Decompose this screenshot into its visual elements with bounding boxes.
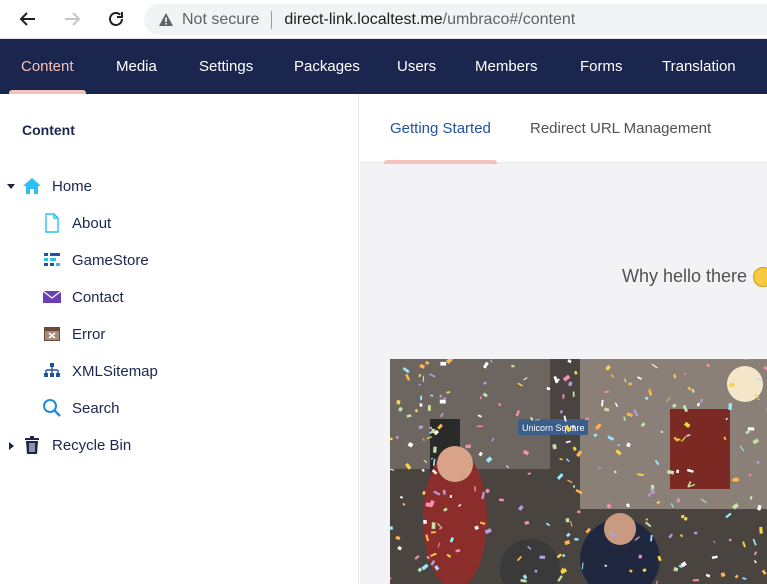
caret-down-icon[interactable]: [6, 181, 16, 191]
section-translation[interactable]: Translation: [662, 39, 736, 94]
confetti-piece: [430, 531, 436, 534]
grinning-emoji-icon: [753, 266, 767, 287]
confetti-crowd-image: Unicorn Square: [390, 359, 767, 584]
tree-item-label: Contact: [72, 288, 124, 306]
confetti-piece: [390, 437, 393, 441]
confetti-piece: [573, 485, 575, 488]
security-label: Not secure: [182, 10, 260, 28]
envelope-icon: [42, 287, 62, 307]
tree-item-about[interactable]: About: [42, 208, 111, 238]
confetti-piece: [539, 555, 546, 559]
trash-icon: [22, 435, 42, 455]
tree-item-xmlsitemap[interactable]: XMLSitemap: [42, 356, 158, 386]
back-button[interactable]: [17, 8, 39, 30]
search-icon: [42, 398, 62, 418]
browser-toolbar: Not secure direct-link.localtest.me/umbr…: [0, 0, 767, 39]
confetti-piece: [420, 395, 423, 401]
tree-item-contact[interactable]: Contact: [42, 282, 124, 312]
dashboard-tabs: Getting Started Redirect URL Management: [360, 94, 767, 164]
confetti-piece: [638, 554, 642, 559]
confetti-piece: [604, 564, 607, 567]
forward-button[interactable]: [61, 8, 83, 30]
reload-button[interactable]: [105, 8, 127, 30]
section-forms[interactable]: Forms: [580, 39, 623, 94]
tree-item-label: Recycle Bin: [52, 436, 132, 454]
confetti-piece: [676, 469, 680, 474]
reload-icon: [109, 12, 123, 26]
confetti-piece: [419, 403, 423, 407]
confetti-piece: [479, 396, 482, 400]
confetti-piece: [433, 446, 437, 453]
home-icon: [22, 176, 42, 196]
section-settings[interactable]: Settings: [199, 39, 253, 94]
confetti-piece: [562, 394, 565, 399]
confetti-piece: [476, 425, 483, 427]
confetti-piece: [572, 391, 575, 397]
tree-item-label: XMLSitemap: [72, 362, 158, 380]
confetti-piece: [396, 400, 401, 405]
section-users[interactable]: Users: [397, 39, 436, 94]
confetti-piece: [534, 569, 538, 573]
confetti-piece: [694, 531, 698, 535]
tree-item-label: Error: [72, 325, 106, 343]
confetti-piece: [680, 514, 685, 519]
confetti-piece: [757, 399, 760, 401]
tab-getting-started[interactable]: Getting Started: [384, 94, 497, 164]
confetti-piece: [423, 519, 427, 524]
confetti-piece: [692, 579, 699, 582]
url-host: direct-link.localtest.me: [284, 10, 443, 28]
confetti-piece: [728, 403, 733, 411]
tree-item-label: GameStore: [72, 251, 149, 269]
confetti-piece: [747, 427, 755, 431]
confetti-piece: [449, 495, 453, 498]
confetti-piece: [759, 526, 763, 534]
tree-item-label: Home: [52, 177, 93, 195]
confetti-piece: [684, 372, 687, 375]
tree-item-gamestore[interactable]: GameStore: [42, 245, 149, 275]
confetti-piece: [427, 405, 432, 411]
confetti-piece: [440, 361, 447, 366]
confetti-piece: [431, 428, 436, 434]
dashboard-area: Getting Started Redirect URL Management …: [360, 94, 767, 584]
tree-item-label: About: [72, 214, 112, 232]
arrow-right-icon: [65, 12, 81, 26]
content-tree-sidebar: Content Home About GameStore Contact Err…: [0, 94, 359, 584]
celebration-photo: Unicorn Square: [390, 359, 767, 584]
url-separator: [271, 10, 273, 29]
grid-list-icon: [42, 250, 62, 270]
confetti-piece: [660, 430, 664, 434]
confetti-piece: [733, 477, 739, 482]
tree-item-recycle-bin[interactable]: Recycle Bin: [22, 430, 131, 460]
confetti-piece: [645, 396, 649, 400]
section-content[interactable]: Content: [9, 39, 85, 94]
welcome-message: Why hello there: [622, 266, 767, 287]
warning-icon: [159, 12, 173, 26]
section-media[interactable]: Media: [116, 39, 157, 94]
confetti-piece: [439, 399, 446, 404]
tab-redirect-url-management[interactable]: Redirect URL Management: [530, 94, 711, 163]
error-window-icon: [42, 324, 62, 344]
arrow-left-icon: [19, 12, 35, 26]
confetti-piece: [574, 538, 579, 541]
sitemap-icon: [42, 361, 62, 381]
svg-text:Unicorn Square: Unicorn Square: [522, 423, 585, 433]
welcome-text: Why hello there: [622, 266, 748, 286]
document-icon: [42, 213, 62, 233]
url-path: /umbraco#/content: [442, 10, 576, 28]
section-packages[interactable]: Packages: [294, 39, 360, 94]
tree-item-error[interactable]: Error: [42, 319, 105, 349]
sidebar-title: Content: [22, 122, 75, 138]
caret-right-icon[interactable]: [6, 441, 16, 451]
tree-item-search[interactable]: Search: [42, 393, 120, 423]
confetti-piece: [431, 522, 436, 529]
tree-item-label: Search: [72, 399, 120, 417]
address-bar[interactable]: Not secure direct-link.localtest.me/umbr…: [144, 4, 767, 35]
tree-item-home[interactable]: Home: [22, 171, 92, 201]
section-navigation: Content Media Settings Packages Users Me…: [0, 39, 767, 94]
confetti-piece: [565, 518, 570, 523]
section-members[interactable]: Members: [475, 39, 538, 94]
